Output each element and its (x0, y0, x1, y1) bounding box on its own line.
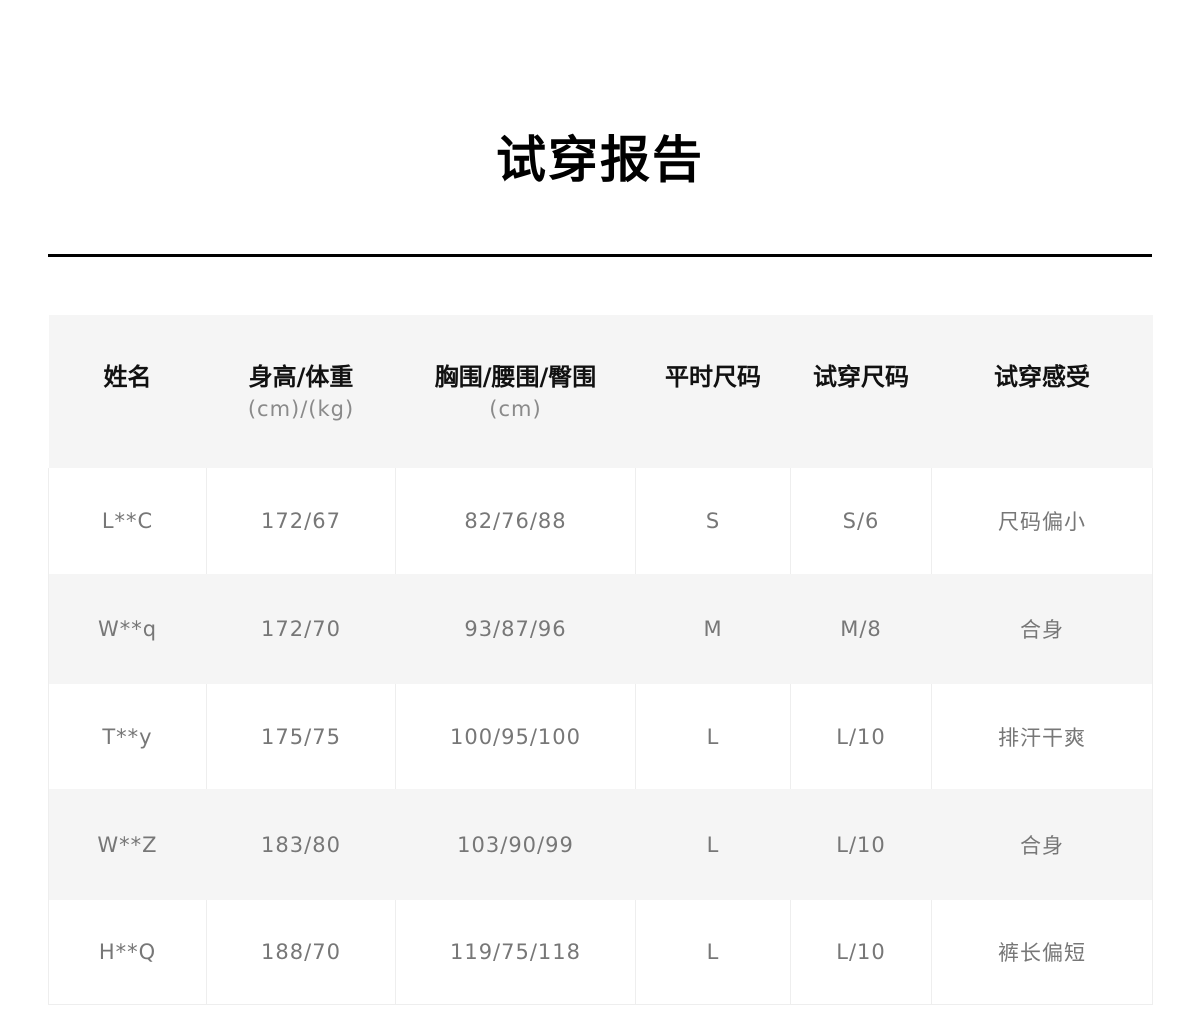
cell-trial-size: S/6 (790, 468, 932, 574)
fitting-report-table: 姓名 身高/体重 (cm)/(kg) 胸围/腰围/臀围 (cm) 平时尺码 试穿… (48, 315, 1153, 1005)
cell-feedback: 排汗干爽 (931, 684, 1153, 789)
header-feedback: 试穿感受 (931, 315, 1153, 468)
table-row: H**Q 188/70 119/75/118 L L/10 裤长偏短 (48, 900, 1153, 1005)
cell-usual-size: L (635, 900, 791, 1005)
table-header-row: 姓名 身高/体重 (cm)/(kg) 胸围/腰围/臀围 (cm) 平时尺码 试穿… (48, 315, 1153, 468)
cell-measurements: 103/90/99 (395, 789, 636, 900)
title-divider (48, 254, 1152, 257)
table-row: L**C 172/67 82/76/88 S S/6 尺码偏小 (48, 468, 1153, 574)
cell-name: W**q (48, 574, 207, 684)
header-name: 姓名 (48, 315, 207, 468)
cell-name: T**y (48, 684, 207, 789)
cell-measurements: 100/95/100 (395, 684, 636, 789)
cell-trial-size: L/10 (790, 900, 932, 1005)
header-usual-size: 平时尺码 (635, 315, 791, 468)
cell-feedback: 尺码偏小 (931, 468, 1153, 574)
table-row: W**q 172/70 93/87/96 M M/8 合身 (48, 574, 1153, 684)
cell-feedback: 合身 (931, 574, 1153, 684)
table-row: W**Z 183/80 103/90/99 L L/10 合身 (48, 789, 1153, 900)
cell-feedback: 裤长偏短 (931, 900, 1153, 1005)
header-trial-size: 试穿尺码 (790, 315, 932, 468)
cell-measurements: 93/87/96 (395, 574, 636, 684)
cell-name: H**Q (48, 900, 207, 1005)
header-unit: (cm) (489, 396, 542, 421)
cell-name: L**C (48, 468, 207, 574)
table-row: T**y 175/75 100/95/100 L L/10 排汗干爽 (48, 684, 1153, 789)
page-title: 试穿报告 (496, 131, 704, 189)
cell-height-weight: 172/70 (206, 574, 396, 684)
cell-trial-size: M/8 (790, 574, 932, 684)
cell-feedback: 合身 (931, 789, 1153, 900)
header-height-weight: 身高/体重 (cm)/(kg) (206, 315, 396, 468)
header-measurements: 胸围/腰围/臀围 (cm) (395, 315, 636, 468)
cell-trial-size: L/10 (790, 684, 932, 789)
cell-height-weight: 188/70 (206, 900, 396, 1005)
cell-height-weight: 172/67 (206, 468, 396, 574)
header-unit: (cm)/(kg) (247, 396, 355, 421)
cell-usual-size: S (635, 468, 791, 574)
cell-trial-size: L/10 (790, 789, 932, 900)
cell-measurements: 119/75/118 (395, 900, 636, 1005)
cell-usual-size: M (635, 574, 791, 684)
cell-height-weight: 183/80 (206, 789, 396, 900)
cell-measurements: 82/76/88 (395, 468, 636, 574)
cell-usual-size: L (635, 789, 791, 900)
cell-height-weight: 175/75 (206, 684, 396, 789)
cell-usual-size: L (635, 684, 791, 789)
cell-name: W**Z (48, 789, 207, 900)
